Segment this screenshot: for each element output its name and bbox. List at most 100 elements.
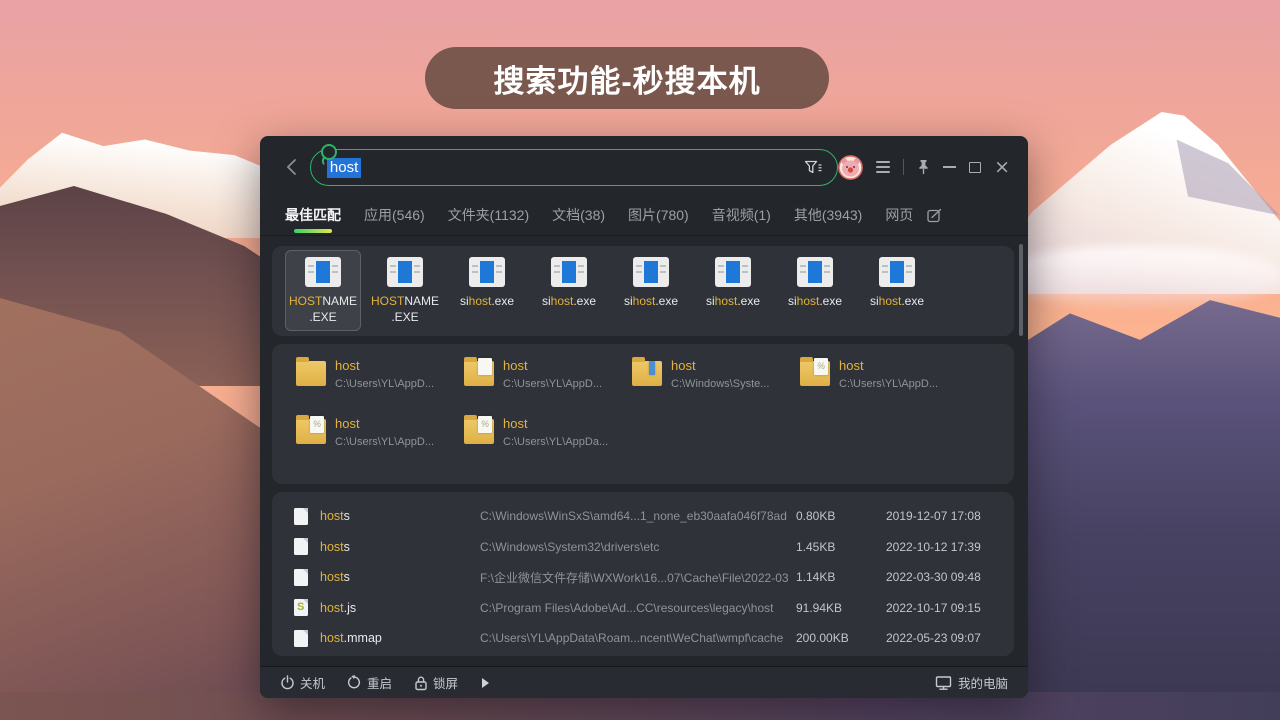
app-label: HOSTNAME.EXE (371, 294, 439, 325)
folder-path: C:\Users\YL\AppDa... (503, 436, 608, 448)
filter-icon[interactable] (804, 160, 823, 175)
folder-name: host (503, 416, 608, 431)
folder-icon (632, 361, 662, 386)
restart-button[interactable]: 重启 (347, 673, 392, 692)
tab-label: 其他(3943) (794, 207, 862, 223)
folder-path: C:\Windows\Syste... (671, 378, 769, 390)
app-result-item[interactable]: sihost.exe (449, 250, 525, 331)
app-result-item[interactable]: HOSTNAME.EXE (285, 250, 361, 331)
file-date: 2022-10-12 17:39 (886, 540, 981, 554)
pin-icon[interactable] (917, 159, 930, 175)
back-button[interactable] (282, 155, 302, 179)
file-size: 1.14KB (796, 570, 886, 584)
folder-name: host (671, 358, 769, 373)
power-icon (280, 675, 295, 690)
app-label: sihost.exe (870, 294, 924, 310)
tab-label: 最佳匹配 (285, 207, 341, 223)
folder-icon (296, 361, 326, 386)
search-box[interactable]: host (310, 149, 838, 186)
file-size: 91.94KB (796, 601, 886, 615)
tab-bar: 最佳匹配 应用(546) 文件夹(1132) 文档(38) (260, 198, 1028, 236)
file-path: C:\Windows\WinSxS\amd64...1_none_eb30aaf… (480, 509, 796, 523)
app-result-item[interactable]: sihost.exe (777, 250, 853, 331)
tab-label: 网页 (885, 207, 913, 223)
tab[interactable]: 图片(780) (628, 205, 689, 237)
file-path: F:\企业微信文件存储\WXWork\16...07\Cache\File\20… (480, 569, 796, 586)
title-banner: 搜索功能-秒搜本机 (425, 47, 829, 109)
folder-name: host (335, 416, 434, 431)
lock-icon (414, 675, 428, 691)
folder-result-item[interactable]: host C:\Users\YL\AppD... (296, 416, 464, 474)
file-date: 2022-10-17 09:15 (886, 601, 981, 615)
exe-icon (633, 257, 669, 287)
exe-icon (469, 257, 505, 287)
search-input[interactable]: host (327, 159, 804, 176)
folder-path: C:\Users\YL\AppD... (335, 436, 434, 448)
folder-result-item[interactable]: host C:\Users\YL\AppDa... (464, 416, 632, 474)
app-result-item[interactable]: sihost.exe (695, 250, 771, 331)
controls-divider (903, 159, 904, 175)
tab[interactable]: 应用(546) (364, 205, 425, 237)
file-result-row[interactable]: hosts C:\Windows\System32\drivers\etc 1.… (294, 532, 1004, 563)
file-result-row[interactable]: host.mmap C:\Users\YL\AppData\Roam...nce… (294, 623, 1004, 654)
my-computer-button[interactable]: 我的电脑 (935, 673, 1008, 692)
app-result-item[interactable]: sihost.exe (613, 250, 689, 331)
file-name: host.mmap (320, 631, 480, 645)
menu-icon[interactable] (876, 161, 890, 172)
file-icon (294, 508, 308, 525)
app-label: sihost.exe (788, 294, 842, 310)
edit-tabs-icon[interactable] (927, 208, 942, 223)
tab[interactable]: 音视频(1) (712, 205, 771, 237)
lock-screen-button[interactable]: 锁屏 (414, 673, 458, 692)
exe-icon (797, 257, 833, 287)
tabs: 最佳匹配 应用(546) 文件夹(1132) 文档(38) (285, 205, 913, 237)
folder-name: host (503, 358, 602, 373)
expand-arrow-icon[interactable] (482, 678, 489, 688)
file-icon (294, 569, 308, 586)
tab-label: 音视频(1) (712, 207, 771, 223)
folders-section: host C:\Users\YL\AppD... host C:\Users\Y… (272, 344, 1014, 484)
app-result-item[interactable]: sihost.exe (531, 250, 607, 331)
app-result-item[interactable]: sihost.exe (859, 250, 935, 331)
window-controls: × (838, 155, 1010, 180)
file-name: host.js (320, 601, 480, 615)
search-app-window: host (260, 136, 1028, 698)
file-path: C:\Users\YL\AppData\Roam...ncent\WeChat\… (480, 631, 796, 645)
tab[interactable]: 其他(3943) (794, 205, 862, 237)
shutdown-button[interactable]: 关机 (280, 673, 325, 692)
file-size: 200.00KB (796, 631, 886, 645)
exe-icon (305, 257, 341, 287)
exe-icon (387, 257, 423, 287)
shutdown-label: 关机 (300, 673, 325, 692)
folder-result-item[interactable]: host C:\Users\YL\AppD... (800, 358, 968, 416)
folder-path: C:\Users\YL\AppD... (503, 378, 602, 390)
tab[interactable]: 文档(38) (552, 205, 605, 237)
tab[interactable]: 最佳匹配 (285, 205, 341, 237)
app-result-item[interactable]: HOSTNAME.EXE (367, 250, 443, 331)
folder-icon (296, 419, 326, 444)
file-result-row[interactable]: hosts F:\企业微信文件存储\WXWork\16...07\Cache\F… (294, 562, 1004, 593)
folder-result-item[interactable]: host C:\Users\YL\AppD... (464, 358, 632, 416)
tab[interactable]: 文件夹(1132) (448, 205, 529, 237)
close-button[interactable]: × (994, 158, 1010, 177)
tab-label: 文件夹(1132) (448, 207, 529, 223)
exe-icon (879, 257, 915, 287)
lock-screen-label: 锁屏 (433, 673, 458, 692)
window-header: host (260, 136, 1028, 198)
folder-icon (464, 419, 494, 444)
user-avatar[interactable] (838, 155, 863, 180)
file-date: 2022-03-30 09:48 (886, 570, 981, 584)
scrollbar-thumb[interactable] (1019, 244, 1023, 336)
tab-underline (294, 229, 332, 233)
folder-result-item[interactable]: host C:\Users\YL\AppD... (296, 358, 464, 416)
app-label: sihost.exe (706, 294, 760, 310)
maximize-button[interactable] (969, 162, 981, 173)
tab[interactable]: 网页 (885, 205, 913, 237)
folder-result-item[interactable]: host C:\Windows\Syste... (632, 358, 800, 416)
minimize-button[interactable] (943, 166, 956, 168)
app-label: sihost.exe (542, 294, 596, 310)
file-result-row[interactable]: host.js C:\Program Files\Adobe\Ad...CC\r… (294, 593, 1004, 624)
file-name: hosts (320, 540, 480, 554)
file-result-row[interactable]: hosts C:\Windows\WinSxS\amd64...1_none_e… (294, 501, 1004, 532)
my-computer-label: 我的电脑 (958, 673, 1008, 692)
